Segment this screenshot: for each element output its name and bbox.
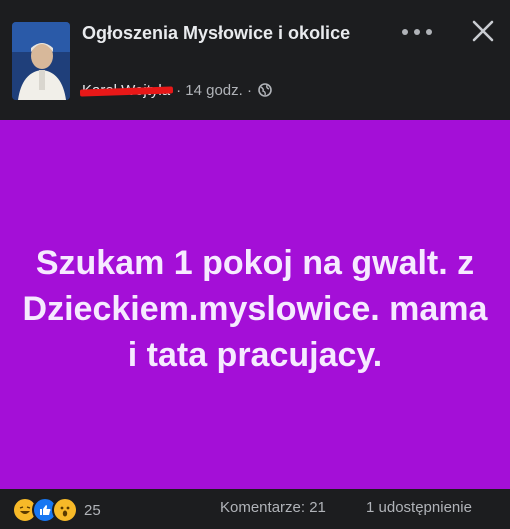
- wow-icon: [52, 497, 78, 523]
- post-footer: 25 Komentarze: 21 1 udostępnienie: [0, 489, 510, 529]
- group-name[interactable]: Ogłoszenia Mysłowice i okolice: [82, 22, 352, 45]
- author-name[interactable]: Karol Wojtyla: [82, 82, 170, 99]
- post-header: Ogłoszenia Mysłowice i okolice Karol Woj…: [0, 0, 510, 120]
- post-time[interactable]: · 14 godz. ·: [176, 82, 252, 99]
- comments-count[interactable]: Komentarze: 21: [220, 499, 326, 516]
- more-horizontal-icon[interactable]: [402, 22, 432, 42]
- group-avatar[interactable]: [12, 22, 70, 100]
- globe-icon: [258, 83, 272, 97]
- close-icon[interactable]: [470, 18, 496, 44]
- shares-count[interactable]: 1 udostępnienie: [366, 499, 472, 516]
- avatar-image: [12, 22, 70, 100]
- post-meta: Karol Wojtyla · 14 godz. ·: [82, 80, 272, 100]
- post-text: Szukam 1 pokoj na gwalt. z Dzieckiem.mys…: [22, 243, 488, 374]
- post-body: Szukam 1 pokoj na gwalt. z Dzieckiem.mys…: [0, 120, 510, 489]
- reactions[interactable]: 25: [12, 497, 101, 523]
- reaction-count[interactable]: 25: [84, 502, 101, 519]
